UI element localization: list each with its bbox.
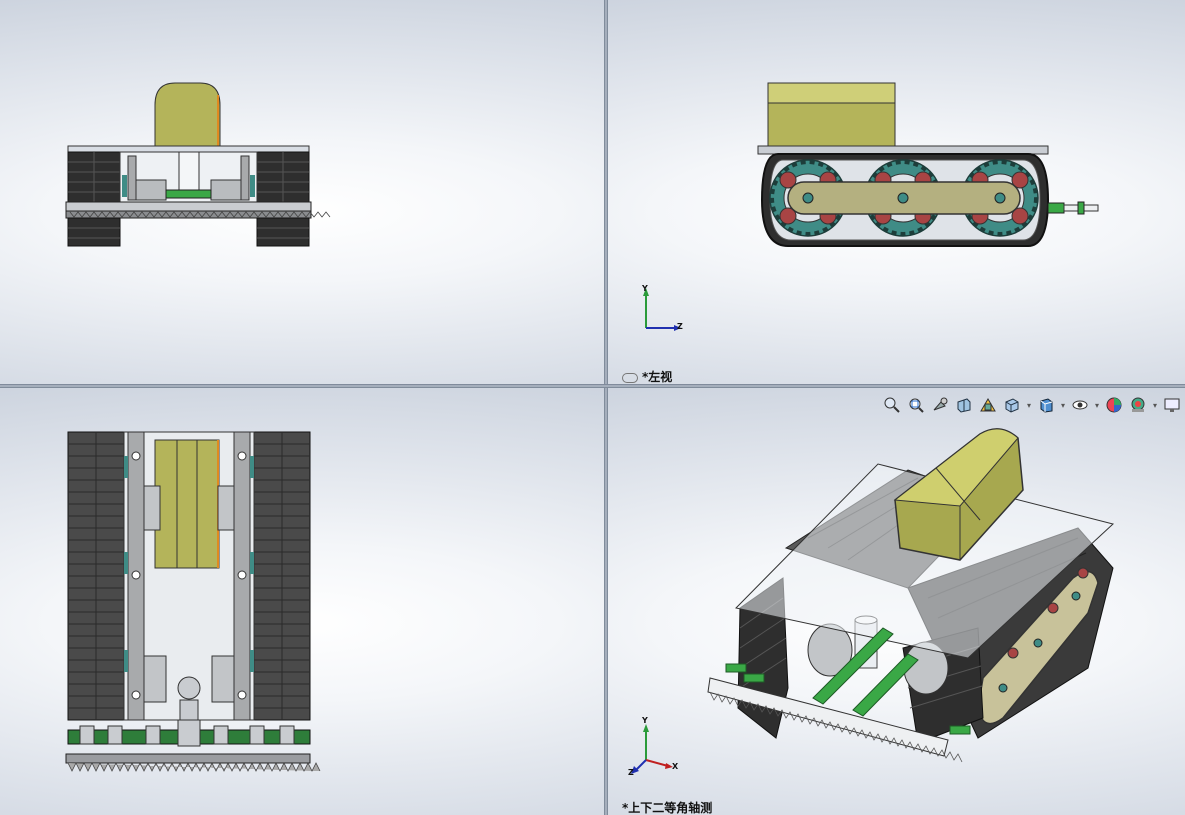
view-name-label: *左视: [622, 368, 672, 384]
coordinate-triad: [631, 724, 673, 774]
viewport-splitter-horizontal[interactable]: [0, 384, 1185, 388]
viewport-left-view[interactable]: Y Z *左视: [608, 0, 1185, 384]
view-name-label: *上下二等角轴测: [622, 801, 713, 815]
triad-z-label: Z: [628, 768, 634, 777]
link-views-icon[interactable]: [622, 372, 638, 383]
top-view-model: [65, 431, 321, 772]
viewport-isometric[interactable]: ▾ ▾ ▾ ▾ Y X Z *上下二等角轴测: [608, 388, 1185, 815]
viewport-top-view[interactable]: [0, 388, 604, 815]
triad-z-label: Z: [677, 322, 683, 331]
triad-y-label: Y: [642, 716, 648, 725]
coordinate-triad: [643, 288, 681, 331]
triad-y-label: Y: [642, 284, 648, 293]
viewport-splitter-vertical[interactable]: [604, 0, 608, 815]
front-view-model: [65, 82, 331, 247]
viewport-front[interactable]: [0, 0, 604, 384]
triad-x-label: X: [672, 762, 679, 771]
